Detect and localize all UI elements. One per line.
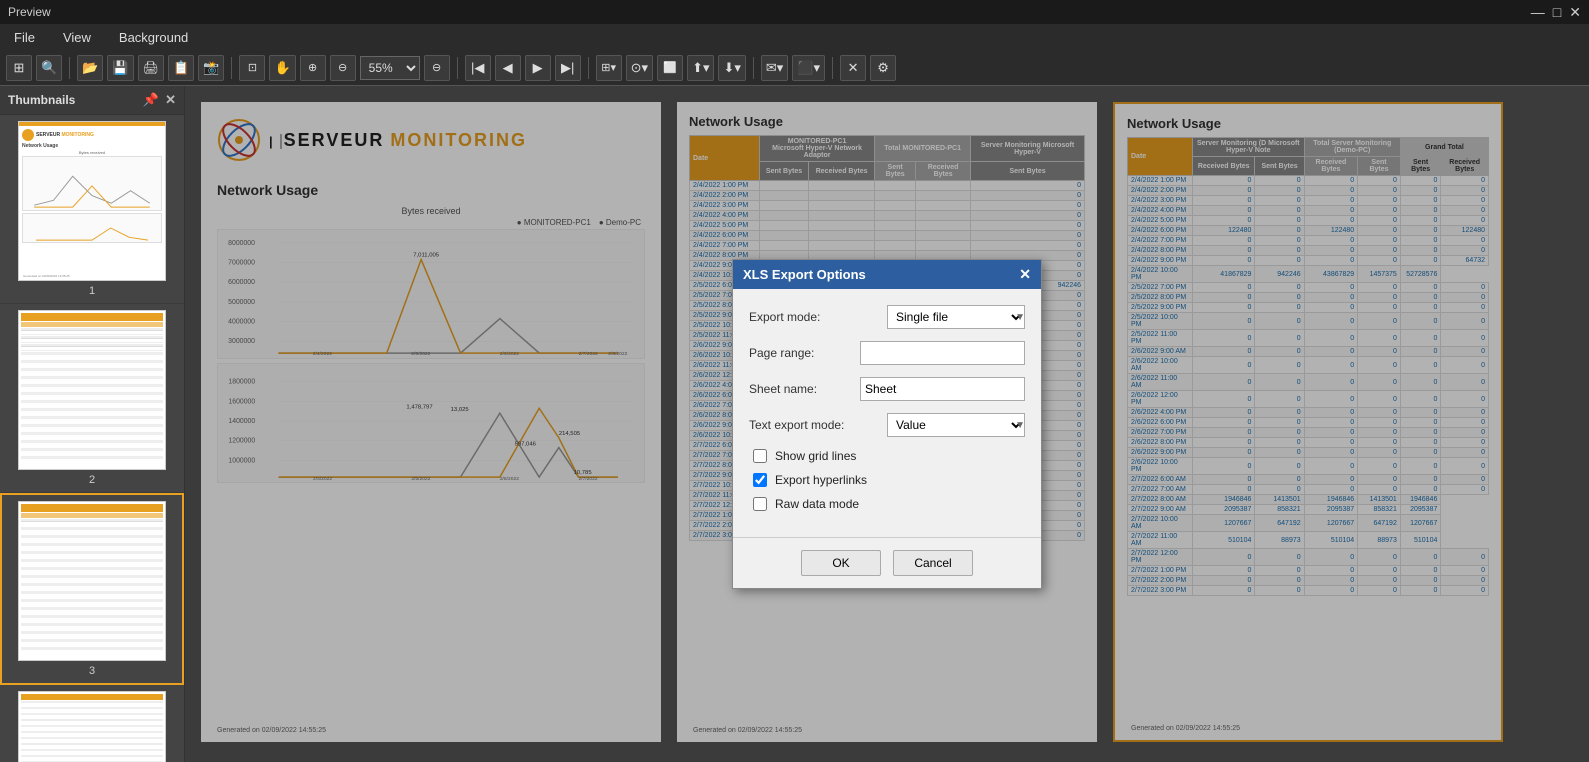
modal-body: Export mode: Single file Multiple files … [733, 289, 1041, 537]
sidebar-thumbnails: SERVEUR MONITORING Network Usage Bytes r… [0, 115, 184, 762]
toolbar-download-btn[interactable]: ⬇▾ [718, 55, 745, 81]
export-mode-row: Export mode: Single file Multiple files … [749, 305, 1025, 329]
modal-overlay: XLS Export Options ✕ Export mode: Single… [185, 86, 1589, 762]
show-grid-lines-label: Show grid lines [775, 449, 856, 463]
toolbar-last-btn[interactable]: ▶| [555, 55, 581, 81]
export-mode-select[interactable]: Single file Multiple files [887, 305, 1025, 329]
toolbar-export-btn[interactable]: ⬜ [657, 55, 683, 81]
modal-ok-button[interactable]: OK [801, 550, 881, 576]
toolbar-zoomin-btn[interactable]: ⊕ [300, 55, 326, 81]
thumb-label-3: 3 [8, 665, 176, 677]
app-title: Preview [8, 5, 51, 19]
toolbar-zoomout-btn[interactable]: ⊖ [330, 55, 356, 81]
raw-data-mode-label: Raw data mode [775, 497, 859, 511]
thumb-box-1: SERVEUR MONITORING Network Usage Bytes r… [18, 121, 166, 281]
maximize-button[interactable]: □ [1553, 4, 1561, 21]
toolbar-email-btn[interactable]: ✉▾ [761, 55, 788, 81]
toolbar-first-btn[interactable]: |◀ [465, 55, 491, 81]
sheet-name-row: Sheet name: [749, 377, 1025, 401]
modal-close-button[interactable]: ✕ [1019, 266, 1031, 283]
sheet-name-input[interactable] [860, 377, 1025, 401]
raw-data-mode-row: Raw data mode [749, 497, 1025, 511]
thumbnail-4[interactable]: 4 [0, 685, 184, 762]
thumbnail-3[interactable]: 3 [0, 493, 184, 685]
thumb-box-2 [18, 310, 166, 470]
toolbar-hand-btn[interactable]: ✋ [269, 55, 295, 81]
toolbar-upload-btn[interactable]: ⬆▾ [687, 55, 714, 81]
show-grid-lines-row: Show grid lines [749, 449, 1025, 463]
export-hyperlinks-checkbox[interactable] [753, 473, 767, 487]
xls-export-modal: XLS Export Options ✕ Export mode: Single… [732, 259, 1042, 589]
toolbar-find-btn[interactable]: 🔍 [36, 55, 62, 81]
thumb-box-3 [18, 501, 166, 661]
sidebar-pin-icon[interactable]: 📌 [143, 92, 159, 108]
modal-footer: OK Cancel [733, 537, 1041, 588]
thumb-box-4 [18, 691, 166, 762]
sidebar-close-icon[interactable]: ✕ [165, 92, 176, 108]
toolbar-fit-btn[interactable]: ⊡ [239, 55, 265, 81]
toolbar: ⊞ 🔍 📂 💾 🖨 📋 📸 ⊡ ✋ ⊕ ⊖ 55% 75% 100% ⊖ |◀ … [0, 50, 1589, 86]
menu-bar: File View Background [0, 24, 1589, 50]
show-grid-lines-checkbox[interactable] [753, 449, 767, 463]
toolbar-dark-btn[interactable]: ⬛▾ [792, 55, 825, 81]
zoom-select[interactable]: 55% 75% 100% [360, 56, 420, 80]
export-hyperlinks-row: Export hyperlinks [749, 473, 1025, 487]
thumbnail-2[interactable]: 2 [0, 304, 184, 493]
title-bar: Preview — □ ✕ [0, 0, 1589, 24]
export-mode-label: Export mode: [749, 310, 879, 324]
main-area: Thumbnails 📌 ✕ SERVEUR MONITORING Networ… [0, 86, 1589, 762]
menu-view[interactable]: View [57, 28, 97, 47]
thumb-label-2: 2 [6, 474, 178, 486]
toolbar-grid-btn[interactable]: ⊞ [6, 55, 32, 81]
toolbar-prev-btn[interactable]: ◀ [495, 55, 521, 81]
sheet-name-label: Sheet name: [749, 382, 852, 396]
raw-data-mode-checkbox[interactable] [753, 497, 767, 511]
page-range-row: Page range: [749, 341, 1025, 365]
toolbar-zoomout2-btn[interactable]: ⊖ [424, 55, 450, 81]
page-range-input[interactable] [860, 341, 1025, 365]
minimize-button[interactable]: — [1531, 4, 1545, 21]
sidebar-title: Thumbnails [8, 93, 75, 107]
toolbar-print-btn[interactable]: 🖨 [138, 55, 165, 81]
toolbar-open-btn[interactable]: 📂 [77, 55, 103, 81]
content-area: | SERVEUR MONITORING Network Usage Bytes… [185, 86, 1589, 762]
toolbar-copy-btn[interactable]: 📋 [168, 55, 194, 81]
toolbar-snapshot-btn[interactable]: 📸 [198, 55, 224, 81]
export-hyperlinks-label: Export hyperlinks [775, 473, 867, 487]
text-export-mode-select[interactable]: Value Text Formula [887, 413, 1025, 437]
toolbar-settings-btn[interactable]: ⚙ [870, 55, 896, 81]
modal-title: XLS Export Options [743, 267, 866, 282]
sidebar-header: Thumbnails 📌 ✕ [0, 86, 184, 115]
text-export-mode-row: Text export mode: Value Text Formula ▼ [749, 413, 1025, 437]
toolbar-close2-btn[interactable]: ✕ [840, 55, 866, 81]
close-button[interactable]: ✕ [1569, 4, 1581, 21]
text-export-mode-label: Text export mode: [749, 418, 879, 432]
toolbar-save-btn[interactable]: 💾 [107, 55, 133, 81]
thumbnail-1[interactable]: SERVEUR MONITORING Network Usage Bytes r… [0, 115, 184, 304]
thumb-label-1: 1 [6, 285, 178, 297]
modal-title-bar: XLS Export Options ✕ [733, 260, 1041, 289]
toolbar-nav-btn[interactable]: ⊙▾ [626, 55, 653, 81]
sidebar: Thumbnails 📌 ✕ SERVEUR MONITORING Networ… [0, 86, 185, 762]
menu-file[interactable]: File [8, 28, 41, 47]
menu-background[interactable]: Background [113, 28, 194, 47]
modal-cancel-button[interactable]: Cancel [893, 550, 973, 576]
page-range-label: Page range: [749, 346, 852, 360]
toolbar-layout-btn[interactable]: ⊞▾ [596, 55, 622, 81]
toolbar-next-btn[interactable]: ▶ [525, 55, 551, 81]
